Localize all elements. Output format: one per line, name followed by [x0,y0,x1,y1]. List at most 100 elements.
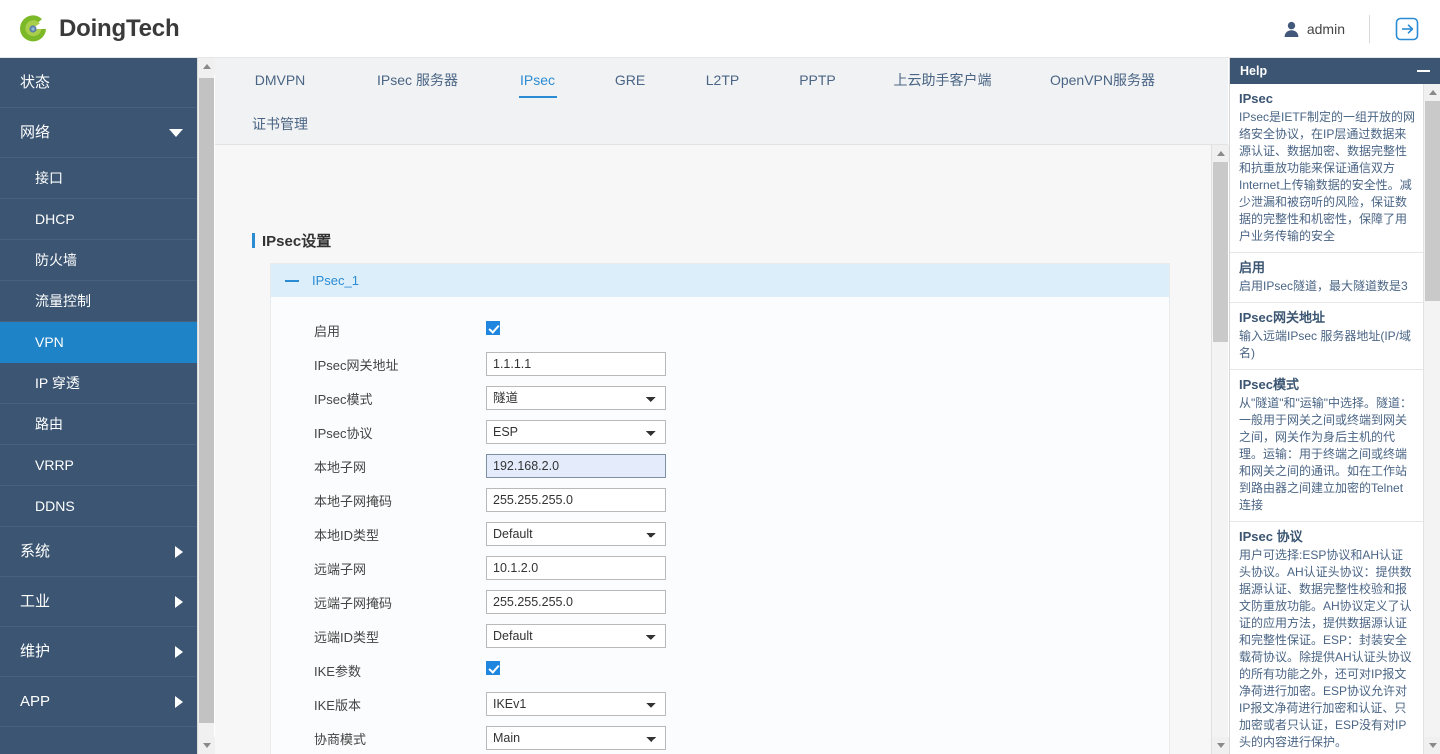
settings-scroll-area: IPsec设置 IPsec_1 启用IPsec网关地址IPsec模式隧道运输IP… [215,145,1228,754]
help-section-heading: IPsec 协议 [1239,529,1303,544]
tab-bar: DMVPN IPsec 服务器 IPsec GRE L2TP PPTP 上云助手客户端 Ope… [215,58,1228,145]
select-本地ID类型[interactable]: DefaultFQDNUser FQDN [486,522,666,546]
content-scroll-up-button[interactable] [1212,145,1229,162]
select-IPsec模式[interactable]: 隧道运输 [486,386,666,410]
checkbox-启用[interactable] [486,320,500,335]
sidebar-scroll-down-button[interactable] [198,737,215,754]
help-section-heading: 启用 [1239,260,1266,275]
app-header: DoingTech admin [0,0,1440,58]
form-label-4: 本地子网 [314,459,367,475]
help-scroll-up-button[interactable] [1424,84,1440,101]
minimize-icon[interactable] [1417,70,1430,72]
help-section-2: IPsec网关地址 输入远端IPsec 服务器地址(IP/域名) [1230,303,1424,370]
ipsec-settings-form: 启用 IPsec网关地址 IPsec模式 隧道运输 IPsec协议 ESPAH 本地子网本地… [271,297,1169,754]
form-label-12: 协商模式 [314,731,367,747]
form-label-1: IPsec网关地址 [314,357,399,373]
sidebar-item-7[interactable]: IP 穿透 [0,363,197,404]
select-IPsec协议[interactable]: ESPAH [486,420,666,444]
chevron-up-icon [202,64,211,69]
ipsec-tunnel-card-header[interactable]: IPsec_1 [271,264,1169,297]
minus-icon[interactable] [285,279,299,282]
sidebar-item-5[interactable]: 流量控制 [0,281,197,322]
form-label-8: 远端子网掩码 [314,595,393,611]
tab-PPTP[interactable]: PPTP [770,58,865,102]
sidebar-scrollbar[interactable] [197,58,215,754]
sidebar-item-0[interactable]: 状态 [0,58,197,108]
tab-证书管理[interactable]: 证书管理 [215,102,345,146]
sidebar-item-1[interactable]: 网络 [0,108,197,158]
tab-GRE[interactable]: GRE [585,58,675,102]
user-icon [1284,21,1299,37]
form-label-6: 本地ID类型 [314,527,380,543]
form-field-wrap-11: IKEv1IKEv2 [486,692,666,716]
main-content: DMVPN IPsec 服务器 IPsec GRE L2TP PPTP 上云助手客户端 Ope… [215,58,1229,754]
sidebar-item-10[interactable]: DDNS [0,486,197,527]
sidebar-item-14[interactable]: APP [0,677,197,727]
brand-name: DoingTech [59,15,180,42]
input-远端子网掩码[interactable] [486,590,666,614]
form-row-11: IKE版本 IKEv1IKEv2 [271,687,1169,721]
form-row-3: IPsec协议 ESPAH [271,415,1169,449]
help-section-3: IPsec模式 从"隧道"和"运输"中选择。隧道：一般用于网关之间或终端到网关之间… [1230,370,1424,522]
sidebar-item-9[interactable]: VRRP [0,445,197,486]
form-label-3: IPsec协议 [314,425,373,441]
tab-DMVPN[interactable]: DMVPN [215,58,345,102]
sidebar-item-6[interactable]: VPN [0,322,197,363]
sidebar-item-label: IP 穿透 [35,375,80,391]
form-row-2: IPsec模式 隧道运输 [271,381,1169,415]
tab-上云助手客户端[interactable]: 上云助手客户端 [865,58,1020,102]
chevron-down-icon [169,128,183,137]
sidebar-item-11[interactable]: 系统 [0,527,197,577]
tab-OpenVPN服务器[interactable]: OpenVPN服务器 [1020,58,1185,102]
sidebar-scroll-thumb[interactable] [199,78,214,723]
form-row-4: 本地子网 [271,449,1169,483]
chevron-right-icon [175,545,183,558]
brand-logo[interactable]: DoingTech [16,8,180,50]
input-远端子网[interactable] [486,556,666,580]
sidebar-item-4[interactable]: 防火墙 [0,240,197,281]
sidebar-scroll-up-button[interactable] [198,58,215,75]
help-scrollbar[interactable] [1423,84,1440,754]
select-协商模式[interactable]: MainAggressive [486,726,666,750]
form-row-6: 本地ID类型 DefaultFQDNUser FQDN [271,517,1169,551]
chevron-down-icon [1216,743,1225,748]
tab-L2TP[interactable]: L2TP [675,58,770,102]
help-panel: Help IPsec IPsec是IETF制定的一组开放的网络安全协议，在IP层通… [1229,58,1440,754]
sidebar-item-3[interactable]: DHCP [0,199,197,240]
help-section-text: 用户可选择:ESP协议和AH认证头协议。AH认证头协议：提供数据源认证、数据完整… [1239,548,1412,749]
content-scroll-down-button[interactable] [1212,737,1229,754]
checkbox-IKE参数[interactable] [486,660,500,675]
help-section-1: 启用 启用IPsec隧道，最大隧道数是3 [1230,253,1424,303]
chevron-up-icon [1428,90,1437,95]
form-field-wrap-12: MainAggressive [486,726,666,750]
input-本地子网[interactable] [486,454,666,478]
help-section-text: 从"隧道"和"运输"中选择。隧道：一般用于网关之间或终端到网关之间，网关作为身后… [1239,396,1413,512]
help-scroll-thumb[interactable] [1425,101,1440,301]
form-row-9: 远端ID类型 DefaultFQDNUser FQDN [271,619,1169,653]
help-scroll-down-button[interactable] [1424,737,1440,754]
content-scrollbar[interactable] [1211,145,1229,754]
tab-IPsec[interactable]: IPsec [490,58,585,102]
chevron-right-icon [175,695,183,708]
tab-IPsec 服务器[interactable]: IPsec 服务器 [345,58,490,102]
form-field-wrap-1 [486,352,666,376]
sidebar-item-13[interactable]: 维护 [0,627,197,677]
sidebar-item-8[interactable]: 路由 [0,404,197,445]
form-field-wrap-0 [486,320,666,340]
form-row-7: 远端子网 [271,551,1169,585]
logout-icon[interactable] [1394,16,1420,42]
user-menu[interactable]: admin [1283,21,1345,38]
sidebar-item-12[interactable]: 工业 [0,577,197,627]
form-row-12: 协商模式 MainAggressive [271,721,1169,754]
sidebar-item-2[interactable]: 接口 [0,158,197,199]
select-IKE版本[interactable]: IKEv1IKEv2 [486,692,666,716]
form-field-wrap-3: ESPAH [486,420,666,444]
form-field-wrap-7 [486,556,666,580]
sidebar-item-label: 流量控制 [35,293,91,309]
input-IPsec网关地址[interactable] [486,352,666,376]
content-scroll-thumb[interactable] [1213,162,1228,342]
select-远端ID类型[interactable]: DefaultFQDNUser FQDN [486,624,666,648]
input-本地子网掩码[interactable] [486,488,666,512]
sidebar-item-label: 防火墙 [35,252,77,268]
help-section-text: IPsec是IETF制定的一组开放的网络安全协议，在IP层通过数据来源认证、数据… [1239,110,1416,243]
